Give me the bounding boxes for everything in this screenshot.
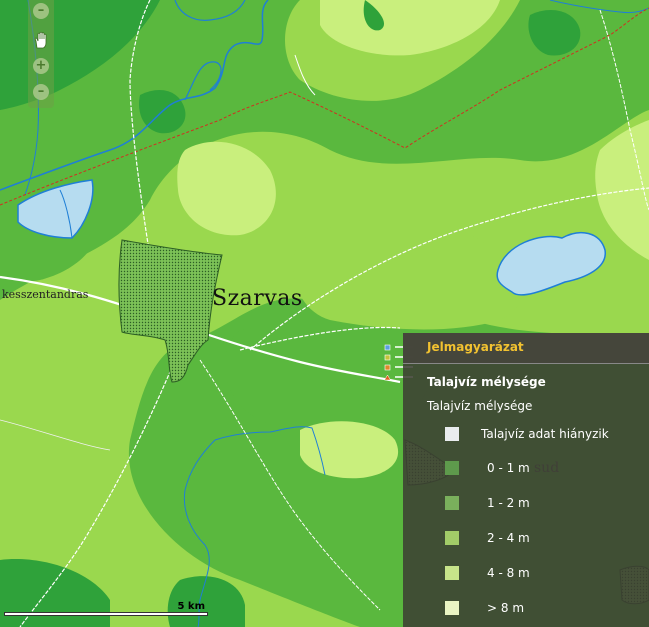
legend-title: Jelmagyarázat	[427, 340, 524, 354]
zoom-out-button[interactable]: –	[33, 3, 49, 19]
legend-item-label: > 8 m	[487, 601, 525, 615]
legend-swatch	[445, 601, 459, 615]
legend-swatch	[445, 566, 459, 580]
warning-triangle-icon[interactable]	[384, 374, 391, 381]
scale-bar-label: 5 km	[177, 601, 205, 612]
layer-toggle-icon[interactable]	[384, 364, 391, 371]
legend-item-label: Talajvíz adat hiányzik	[481, 427, 609, 441]
layer-toggle-icon[interactable]	[384, 354, 391, 361]
layer-toggle-icon[interactable]	[384, 344, 391, 351]
legend-subtitle: Talajvíz mélysége	[427, 399, 533, 413]
legend-item-label: 1 - 2 m	[487, 496, 530, 510]
zoom-out-alt-button[interactable]: –	[33, 84, 49, 100]
legend-layer-title: Talajvíz mélysége	[427, 375, 546, 389]
zoom-in-button[interactable]: +	[33, 58, 49, 74]
legend-item-label: 0 - 1 m	[487, 461, 530, 475]
legend-swatch	[445, 496, 459, 510]
legend-panel: Jelmagyarázat Talajvíz mélysége Talajvíz…	[403, 333, 649, 627]
map-navigation-toolbar: – + –	[28, 0, 54, 108]
legend-swatch	[445, 427, 459, 441]
legend-header[interactable]: Jelmagyarázat	[403, 333, 649, 364]
town-label: Szarvas	[212, 286, 303, 311]
pan-hand-icon[interactable]	[31, 30, 51, 50]
legend-swatch	[445, 461, 459, 475]
legend-item-label: 2 - 4 m	[487, 531, 530, 545]
legend-swatch	[445, 531, 459, 545]
scale-bar: 5 km	[5, 601, 207, 615]
legend-item-label: 4 - 8 m	[487, 566, 530, 580]
village-label: kesszentandras	[2, 288, 89, 301]
scale-bar-line	[5, 613, 207, 615]
